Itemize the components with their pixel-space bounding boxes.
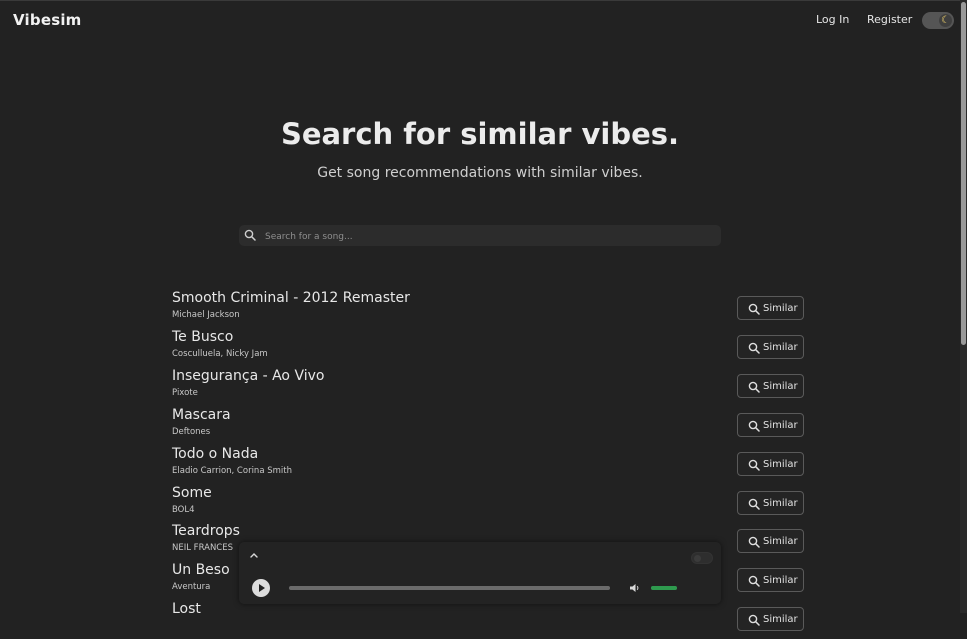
song-title[interactable]: Some <box>172 485 212 501</box>
search-bar <box>239 225 721 248</box>
search-icon <box>748 381 760 393</box>
song-row: Mascara Deftones Similar <box>172 407 812 445</box>
theme-toggle[interactable]: ☾ <box>922 12 954 29</box>
search-icon <box>748 498 760 510</box>
song-row: Lost Similar <box>172 601 812 639</box>
song-row: Te Busco Cosculluela, Nicky Jam Similar <box>172 329 812 367</box>
register-link[interactable]: Register <box>867 13 912 26</box>
moon-icon: ☾ <box>939 14 952 27</box>
song-artist: Aventura <box>172 582 211 593</box>
music-player <box>239 542 721 604</box>
similar-button-label: Similar <box>763 341 798 353</box>
search-icon <box>244 229 256 241</box>
login-link[interactable]: Log In <box>816 13 849 26</box>
brand-logo[interactable]: Vibesim <box>13 11 82 29</box>
volume-icon[interactable] <box>629 582 641 594</box>
search-icon <box>748 459 760 471</box>
play-icon <box>259 584 265 592</box>
similar-button-label: Similar <box>763 303 798 314</box>
page-subtitle: Get song recommendations with similar vi… <box>317 165 643 181</box>
song-row: Insegurança - Ao Vivo Pixote Similar <box>172 368 812 406</box>
similar-button-label: Similar <box>763 536 798 548</box>
similar-button-label: Similar <box>763 497 798 509</box>
page-scrollbar[interactable] <box>960 0 967 613</box>
song-row: Todo o Nada Eladio Carrion, Corina Smith S… <box>172 446 812 484</box>
search-icon <box>748 575 760 588</box>
search-icon <box>748 614 760 626</box>
song-title[interactable]: Mascara <box>172 407 231 423</box>
search-icon <box>748 537 760 549</box>
navbar: Vibesim Log In Register ☾ <box>0 0 960 39</box>
song-artist: NEIL FRANCES <box>172 543 233 554</box>
similar-button-label: Similar <box>763 419 798 431</box>
search-icon <box>748 420 760 432</box>
search-icon <box>748 303 760 315</box>
song-title[interactable]: Te Busco <box>172 329 233 345</box>
song-title[interactable]: Teardrops <box>172 523 240 539</box>
similar-button[interactable]: Similar <box>737 451 804 476</box>
similar-button[interactable]: Similar <box>737 568 804 593</box>
song-artist: Michael Jackson <box>172 310 240 320</box>
song-artist: Deftones <box>172 426 211 437</box>
similar-button[interactable]: Similar <box>737 296 804 320</box>
scrollbar-thumb[interactable] <box>961 2 966 345</box>
song-row: Smooth Criminal - 2012 Remaster Michael J… <box>172 290 812 328</box>
chevron-up-icon[interactable] <box>248 549 260 561</box>
similar-button-label: Similar <box>763 614 798 626</box>
song-row: Some BOL4 Similar <box>172 485 812 523</box>
song-artist: Pixote <box>172 387 198 398</box>
volume-slider[interactable] <box>651 586 677 590</box>
similar-button[interactable]: Similar <box>737 490 804 515</box>
song-title[interactable]: Insegurança - Ao Vivo <box>172 368 324 384</box>
similar-button-label: Similar <box>763 380 798 392</box>
similar-button-label: Similar <box>763 458 798 470</box>
page-title: Search for similar vibes. <box>280 117 680 151</box>
similar-button[interactable]: Similar <box>737 529 804 554</box>
similar-button[interactable]: Similar <box>737 607 804 632</box>
search-icon <box>748 342 760 354</box>
search-input[interactable] <box>263 225 717 248</box>
song-artist: Eladio Carrion, Corina Smith <box>172 465 292 476</box>
song-artist: Cosculluela, Nicky Jam <box>172 348 268 359</box>
song-title[interactable]: Un Beso <box>172 562 230 578</box>
song-title[interactable]: Lost <box>172 601 201 617</box>
player-toggle[interactable] <box>691 552 713 564</box>
play-button[interactable] <box>252 579 270 597</box>
similar-button[interactable]: Similar <box>737 412 804 437</box>
progress-bar[interactable] <box>289 586 610 590</box>
song-artist: BOL4 <box>172 504 195 515</box>
similar-button[interactable]: Similar <box>737 373 804 398</box>
similar-button-label: Similar <box>763 575 798 587</box>
song-title[interactable]: Smooth Criminal - 2012 Remaster <box>172 290 410 306</box>
similar-button[interactable]: Similar <box>737 334 804 359</box>
song-title[interactable]: Todo o Nada <box>172 446 258 462</box>
